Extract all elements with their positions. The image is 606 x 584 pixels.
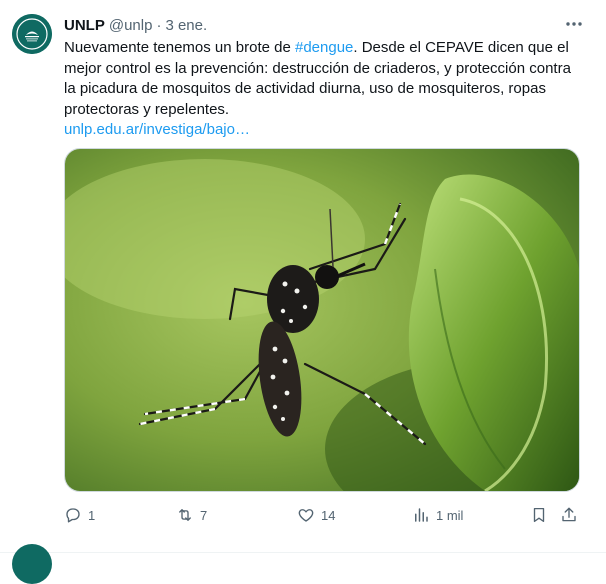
repost-icon: [179, 509, 191, 521]
university-seal-icon: [12, 14, 52, 54]
separator: ·: [156, 16, 162, 34]
tweet-text: Nuevamente tenemos un brote de #dengue. …: [64, 38, 584, 141]
avatar[interactable]: [12, 14, 52, 54]
views-button[interactable]: 1 mil: [412, 504, 463, 526]
tweet-actions: 1 7 14 1 mil: [64, 504, 584, 526]
reply-count: 1: [88, 507, 96, 523]
bookmark-icon: [533, 507, 545, 523]
next-tweet-avatar[interactable]: [12, 544, 52, 584]
repost-button[interactable]: 7: [176, 504, 207, 526]
hashtag-link[interactable]: #dengue: [295, 39, 353, 56]
share-icon: [562, 507, 576, 522]
more-options-button[interactable]: [564, 14, 584, 34]
reply-icon: [66, 508, 80, 523]
more-horizontal-icon: [566, 22, 582, 26]
share-button[interactable]: [560, 504, 578, 526]
views-count: 1 mil: [436, 507, 464, 523]
reply-button[interactable]: 1: [64, 504, 95, 526]
views-chart-icon: [415, 508, 428, 522]
tweet-text-part: Nuevamente tenemos un brote de: [64, 39, 295, 56]
repost-count: 7: [200, 507, 208, 523]
tweet-header: UNLP @unlp · 3 ene.: [64, 14, 586, 36]
tweet-image[interactable]: [64, 148, 580, 492]
like-count: 14: [321, 507, 336, 523]
mosquito-photo: [65, 149, 579, 491]
like-button[interactable]: 14: [297, 504, 335, 526]
author-name[interactable]: UNLP: [64, 17, 105, 34]
timestamp[interactable]: 3 ene.: [165, 17, 207, 34]
external-link[interactable]: unlp.edu.ar/investiga/bajo…: [64, 121, 250, 138]
heart-icon: [298, 509, 314, 522]
bookmark-button[interactable]: [530, 504, 548, 526]
author-handle[interactable]: @unlp: [109, 17, 153, 34]
tweet[interactable]: UNLP @unlp · 3 ene. Nuevamente tenemos u…: [0, 0, 606, 553]
